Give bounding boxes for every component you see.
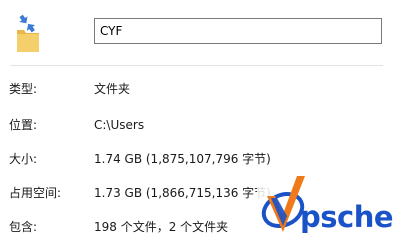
contains-value: 198 个文件，2 个文件夹 (94, 220, 229, 234)
folder-name-input[interactable]: CYF (94, 18, 382, 44)
location-label: 位置: (9, 118, 38, 132)
size-on-disk-value: 1.73 GB (1,866,715,136 字节) (94, 186, 271, 200)
type-value: 文件夹 (94, 82, 131, 96)
folder-shared-icon (17, 14, 39, 52)
divider (10, 65, 383, 66)
location-value: C:\Users (94, 118, 145, 132)
size-value: 1.74 GB (1,875,107,796 字节) (94, 152, 271, 166)
type-label: 类型: (9, 82, 38, 96)
watermark-text: psche (300, 200, 393, 234)
contains-label: 包含: (9, 220, 38, 234)
folder-properties-general: CYF 类型: 文件夹 位置: C:\Users 大小: 1.74 GB (1,… (0, 0, 393, 250)
size-on-disk-label: 占用空间: (9, 186, 62, 200)
size-label: 大小: (9, 152, 38, 166)
